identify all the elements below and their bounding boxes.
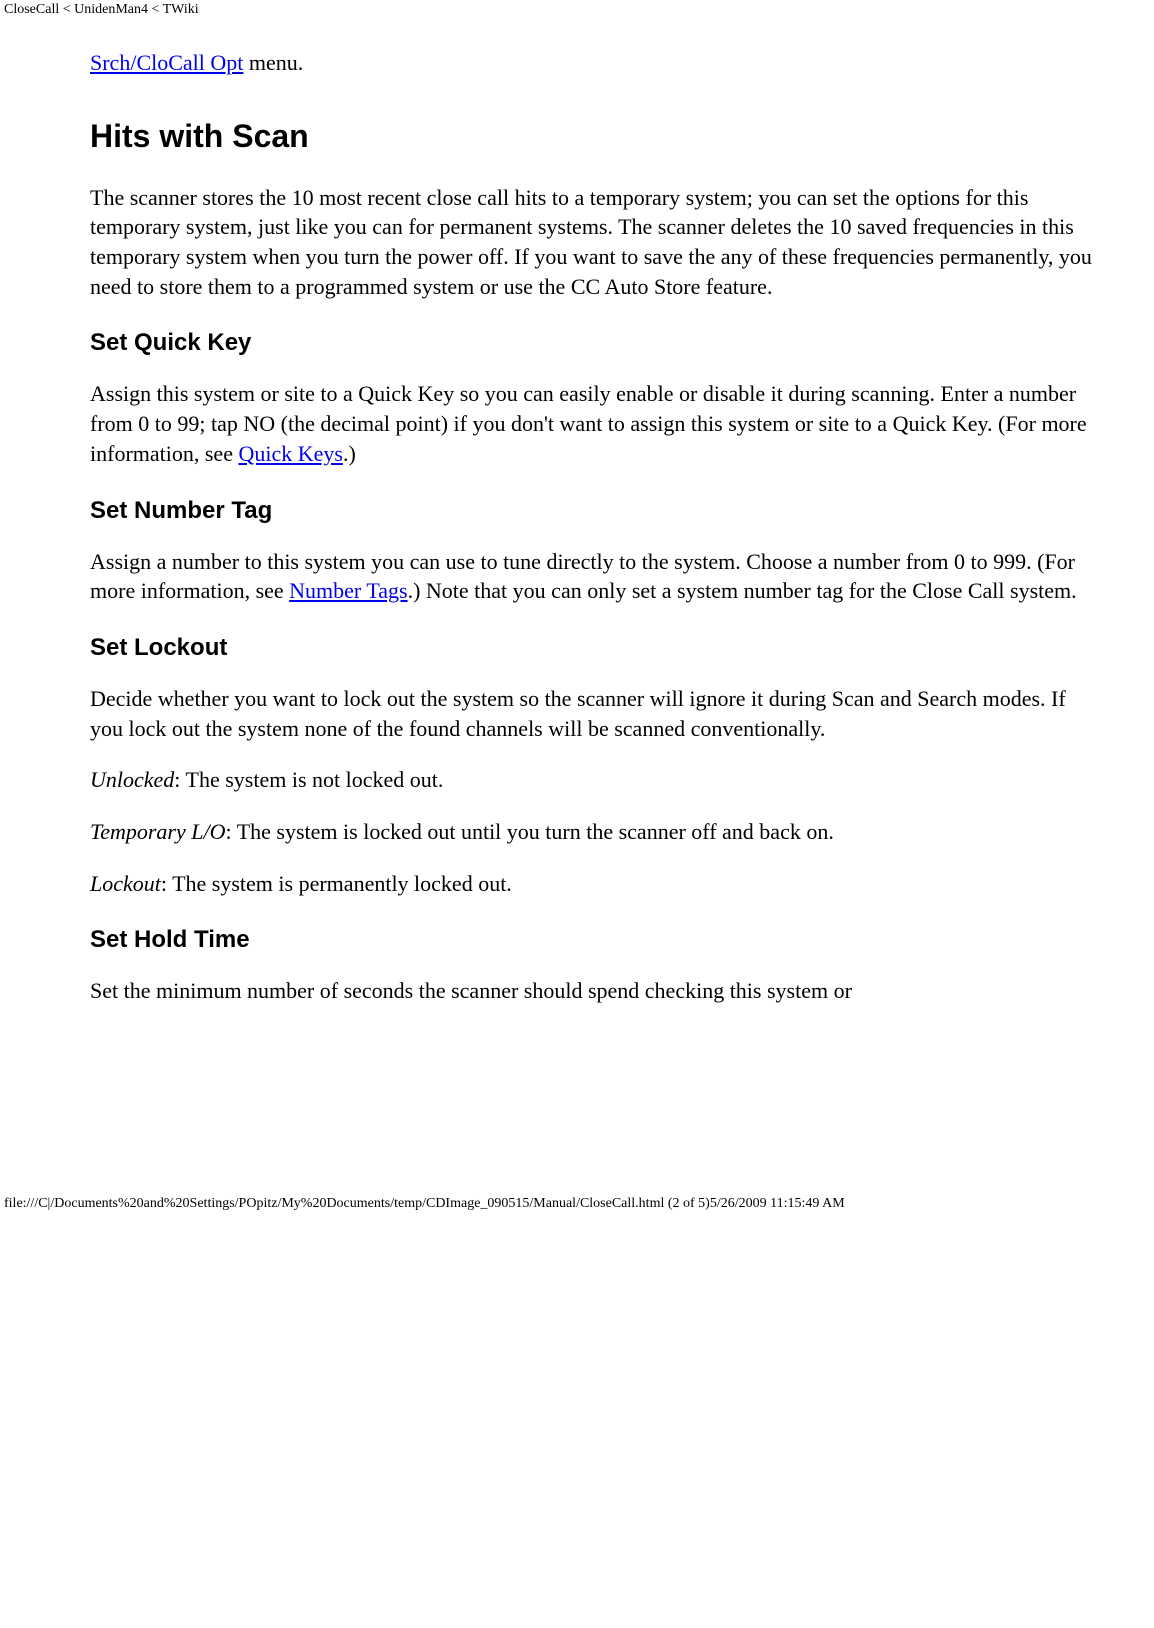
number-tags-link[interactable]: Number Tags xyxy=(289,578,407,603)
lockout-permanent-line: Lockout: The system is permanently locke… xyxy=(90,869,1100,899)
set-number-tag-para: Assign a number to this system you can u… xyxy=(90,547,1100,606)
lockout-temporary-line: Temporary L/O: The system is locked out … xyxy=(90,817,1100,847)
hits-with-scan-para: The scanner stores the 10 most recent cl… xyxy=(90,183,1100,302)
unlocked-text: : The system is not locked out. xyxy=(174,767,443,792)
quick-key-text-after: .) xyxy=(343,441,356,466)
lockout-label: Lockout xyxy=(90,871,161,896)
heading-set-lockout: Set Lockout xyxy=(90,634,1100,662)
number-tag-text-after: .) Note that you can only set a system n… xyxy=(408,578,1077,603)
set-hold-time-para: Set the minimum number of seconds the sc… xyxy=(90,976,1100,1006)
heading-set-quick-key: Set Quick Key xyxy=(90,329,1100,357)
intro-line: Srch/CloCall Opt menu. xyxy=(90,48,1100,78)
lockout-unlocked-line: Unlocked: The system is not locked out. xyxy=(90,765,1100,795)
unlocked-label: Unlocked xyxy=(90,767,174,792)
quick-keys-link[interactable]: Quick Keys xyxy=(238,441,342,466)
heading-set-number-tag: Set Number Tag xyxy=(90,497,1100,525)
set-lockout-para: Decide whether you want to lock out the … xyxy=(90,684,1100,743)
temporary-text: : The system is locked out until you tur… xyxy=(226,819,834,844)
lockout-text: : The system is permanently locked out. xyxy=(161,871,512,896)
intro-line-tail: menu. xyxy=(243,50,303,75)
temporary-label: Temporary L/O xyxy=(90,819,226,844)
page-footer-path: file:///C|/Documents%20and%20Settings/PO… xyxy=(0,1196,1154,1212)
srch-clocall-opt-link[interactable]: Srch/CloCall Opt xyxy=(90,50,243,75)
page-header-breadcrumb: CloseCall < UnidenMan4 < TWiki xyxy=(0,0,1154,18)
heading-set-hold-time: Set Hold Time xyxy=(90,926,1100,954)
heading-hits-with-scan: Hits with Scan xyxy=(90,118,1100,155)
set-quick-key-para: Assign this system or site to a Quick Ke… xyxy=(90,379,1100,468)
main-content: Srch/CloCall Opt menu. Hits with Scan Th… xyxy=(0,18,1100,1006)
